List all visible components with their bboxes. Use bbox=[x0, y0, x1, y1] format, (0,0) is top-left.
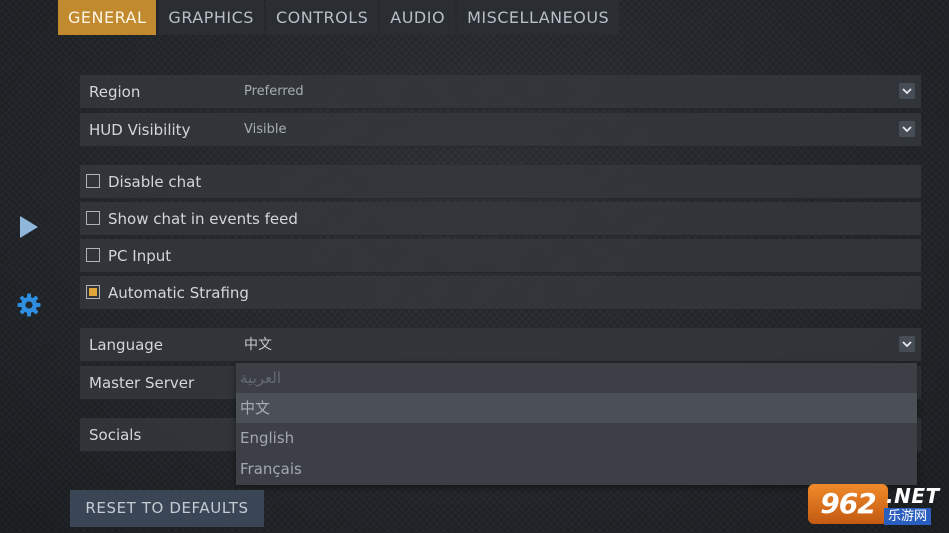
pc-input-label: PC Input bbox=[108, 247, 172, 265]
language-value: 中文 bbox=[244, 337, 272, 353]
play-icon[interactable] bbox=[15, 213, 43, 241]
tab-audio[interactable]: AUDIO bbox=[380, 0, 456, 35]
hud-visibility-label: HUD Visibility bbox=[89, 121, 191, 139]
disable-chat-option[interactable]: Disable chat bbox=[80, 165, 921, 199]
tab-controls[interactable]: CONTROLS bbox=[265, 0, 379, 35]
disable-chat-label: Disable chat bbox=[108, 173, 202, 191]
chevron-down-icon[interactable] bbox=[899, 336, 915, 352]
reset-to-defaults-button[interactable]: RESET TO DEFAULTS bbox=[70, 490, 264, 527]
watermark-suffix: .NET bbox=[886, 484, 940, 508]
region-select[interactable]: Region Preferred bbox=[80, 75, 921, 109]
automatic-strafing-option[interactable]: Automatic Strafing bbox=[80, 276, 921, 310]
region-label: Region bbox=[89, 83, 141, 101]
chevron-down-icon[interactable] bbox=[899, 121, 915, 137]
pc-input-checkbox[interactable] bbox=[86, 248, 100, 262]
watermark-subtitle: 乐游网 bbox=[884, 508, 932, 525]
language-option-arabic[interactable]: العربية bbox=[236, 363, 917, 393]
language-option-french[interactable]: Français bbox=[236, 454, 917, 484]
disable-chat-checkbox[interactable] bbox=[86, 174, 100, 188]
show-chat-events-label: Show chat in events feed bbox=[108, 210, 298, 228]
settings-tabs: GENERAL GRAPHICS CONTROLS AUDIO MISCELLA… bbox=[58, 0, 621, 35]
region-value: Preferred bbox=[244, 84, 304, 99]
show-chat-events-option[interactable]: Show chat in events feed bbox=[80, 202, 921, 236]
socials-label: Socials bbox=[89, 426, 142, 444]
sidebar bbox=[0, 0, 57, 533]
pc-input-option[interactable]: PC Input bbox=[80, 239, 921, 273]
chevron-down-icon[interactable] bbox=[899, 83, 915, 99]
automatic-strafing-label: Automatic Strafing bbox=[108, 284, 249, 302]
language-option-chinese[interactable]: 中文 bbox=[236, 393, 917, 423]
language-dropdown-list: العربية 中文 English Français bbox=[236, 363, 917, 485]
language-select[interactable]: Language 中文 bbox=[80, 328, 921, 362]
watermark-badge: 962 bbox=[808, 484, 888, 524]
tab-miscellaneous[interactable]: MISCELLANEOUS bbox=[457, 0, 620, 35]
tab-general[interactable]: GENERAL bbox=[58, 0, 157, 35]
tab-graphics[interactable]: GRAPHICS bbox=[158, 0, 264, 35]
hud-visibility-value: Visible bbox=[244, 122, 287, 137]
master-server-label: Master Server bbox=[89, 374, 195, 392]
watermark-logo: 962 .NET 乐游网 bbox=[808, 482, 946, 528]
automatic-strafing-checkbox[interactable] bbox=[86, 285, 100, 299]
language-label: Language bbox=[89, 336, 164, 354]
show-chat-events-checkbox[interactable] bbox=[86, 211, 100, 225]
language-option-english[interactable]: English bbox=[236, 423, 917, 453]
gear-icon[interactable] bbox=[15, 291, 43, 319]
hud-visibility-select[interactable]: HUD Visibility Visible bbox=[80, 113, 921, 147]
